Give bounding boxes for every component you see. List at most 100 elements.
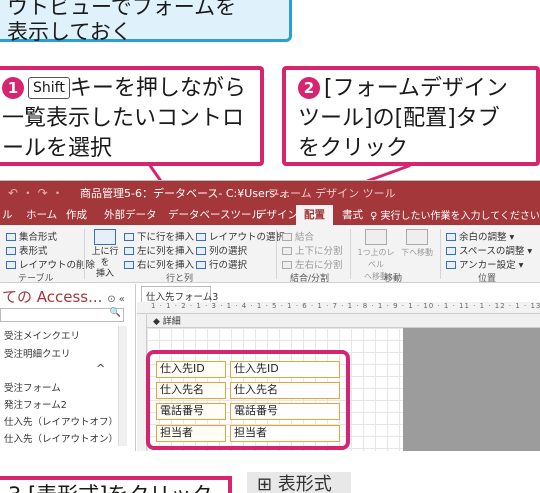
control-padding-button[interactable]: スペースの調整 ▾ <box>446 243 532 257</box>
anchoring-button[interactable]: アンカー設定 ▾ <box>446 257 523 271</box>
tabular-button[interactable]: 表形式 <box>6 243 48 257</box>
search-icon: 🔍 <box>109 308 121 318</box>
move-down-button[interactable]: 下へ移動 <box>400 229 434 259</box>
insert-above-label: 上に行を 挿入 <box>91 247 119 279</box>
tabular-label: 表形式 <box>19 246 48 257</box>
step1-number-icon: 1 <box>2 77 24 99</box>
select-row-button[interactable]: 行の選択 <box>196 257 247 271</box>
move-down-icon <box>406 229 428 245</box>
split-vertical-icon <box>282 247 292 255</box>
insert-above-button[interactable]: 上に行を 挿入 <box>88 229 122 280</box>
step2-line1-text: [フォームデザイン <box>324 76 508 101</box>
nav-item-form1[interactable]: 受注フォーム <box>4 380 61 394</box>
select-row-icon <box>196 261 206 269</box>
selection-highlight-frame <box>146 350 350 450</box>
title-bar: ↶ ・ ↷ ・ 商品管理5-6：データベース- C:¥Users-… フォーム … <box>0 181 540 203</box>
step1-line3: ールを選択 <box>2 136 113 161</box>
detail-section-bar[interactable]: ◆ 詳細 <box>147 314 540 328</box>
stacked-label: 集合形式 <box>19 232 58 243</box>
split-horizontal-icon <box>282 261 292 269</box>
tell-me-box[interactable]: ♀ 実行したい作業を入力してください <box>370 207 540 222</box>
nav-pane-menu-icon[interactable]: ⊙ « <box>107 294 125 305</box>
ribbon-arrange: 集合形式 表形式 レイアウトの削除 テーブル 上に行を 挿入 下に行を挿入 左に列… <box>0 225 540 284</box>
group-label-rows-cols: 行と列 <box>166 274 194 284</box>
insert-right-icon <box>124 261 134 269</box>
nav-search-input[interactable]: 🔍 <box>0 308 124 322</box>
select-column-label: 列の選択 <box>209 246 248 257</box>
select-row-label: 行の選択 <box>209 260 248 271</box>
split-horizontal-button[interactable]: 左右に分割 <box>282 257 343 271</box>
insert-below-label: 下に行を挿入 <box>137 232 195 243</box>
horizontal-ruler: 1 · 1 · 2 · 1 · 3 · 1 · 4 · 1 · 5 · 1 · … <box>137 302 540 314</box>
tab-design[interactable]: デザイン <box>256 207 298 222</box>
merge-icon <box>282 233 292 241</box>
remove-layout-button[interactable]: レイアウトの削除 <box>6 257 95 271</box>
tab-home[interactable]: ホーム <box>26 207 57 222</box>
control-margins-icon <box>446 233 456 241</box>
nav-item-query1[interactable]: 受注メインクエリ <box>4 328 80 342</box>
tab-create[interactable]: 作成 <box>66 207 87 222</box>
nav-pane-header[interactable]: ての Access... ⊙ « <box>0 286 136 306</box>
shift-key-icon: Shift <box>28 77 70 99</box>
split-horizontal-label: 左右に分割 <box>295 260 343 271</box>
tab-format[interactable]: 書式 <box>342 207 363 222</box>
merge-label: 結合 <box>295 232 315 243</box>
select-layout-button[interactable]: レイアウトの選択 <box>196 229 285 243</box>
collapse-chevron-icon[interactable]: ^ <box>96 362 105 375</box>
step3-callout: 3 [表形式]をクリック <box>0 476 232 493</box>
nav-item-form2[interactable]: 発注フォーム2 <box>4 397 67 411</box>
merge-button[interactable]: 結合 <box>282 229 314 243</box>
select-column-icon <box>196 247 206 255</box>
control-padding-label: スペースの調整 ▾ <box>459 246 533 257</box>
tab-document-form[interactable]: 仕入先フォーム3 <box>141 286 218 303</box>
insert-above-icon <box>94 229 116 245</box>
tab-file[interactable]: ル <box>2 207 13 222</box>
control-margins-button[interactable]: 余白の調整 ▾ <box>446 229 514 243</box>
nav-item-form3[interactable]: 仕入先（レイアウトオフ） <box>4 414 118 428</box>
select-layout-icon <box>196 233 206 241</box>
ribbon-tab-bar: ル ホーム 作成 外部データ データベースツール デザイン 配置 書式 ♀ 実行… <box>0 203 540 228</box>
nav-pane-title: ての Access... <box>2 288 103 306</box>
move-down-label: 下へ移動 <box>401 248 433 257</box>
insert-left-button[interactable]: 左に列を挿入 <box>124 243 194 257</box>
insert-right-label: 右に列を挿入 <box>137 260 195 271</box>
callout-top-line2: 表示しておく <box>7 20 132 44</box>
step2-line3: をクリック <box>298 136 409 161</box>
insert-below-button[interactable]: 下に行を挿入 <box>124 229 194 243</box>
stacked-icon <box>6 233 16 241</box>
insert-below-icon <box>124 233 134 241</box>
control-padding-icon <box>446 247 456 255</box>
insert-left-label: 左に列を挿入 <box>137 246 195 257</box>
tabular-icon <box>6 247 16 255</box>
step1-line1: 1 Shift キーを押しながら <box>2 74 250 104</box>
insert-left-icon <box>124 247 134 255</box>
insert-right-button[interactable]: 右に列を挿入 <box>124 257 194 271</box>
select-column-button[interactable]: 列の選択 <box>196 243 247 257</box>
group-label-move: 移動 <box>384 274 403 284</box>
window-title: 商品管理5-6：データベース- C:¥Users-… <box>80 187 291 200</box>
step1-line2: 一覧表示したいコントロ <box>2 106 245 131</box>
nav-item-form4[interactable]: 仕入先（レイアウトオン） <box>4 431 118 445</box>
remove-layout-icon <box>6 261 16 269</box>
group-separator <box>440 229 441 279</box>
split-vertical-button[interactable]: 上下に分割 <box>282 243 343 257</box>
select-layout-label: レイアウトの選択 <box>209 232 286 243</box>
tab-external-data[interactable]: 外部データ <box>104 207 157 222</box>
callout-top: ウトビューでフォームを 表示しておく <box>0 0 292 44</box>
nav-scrollbar[interactable] <box>118 326 127 446</box>
group-separator <box>276 229 277 279</box>
step2-line1: 2 [フォームデザイン <box>298 74 526 104</box>
quick-access-toolbar[interactable]: ↶ ・ ↷ ・ <box>8 184 64 201</box>
group-label-position: 位置 <box>478 274 497 284</box>
step2-number-icon: 2 <box>298 77 320 99</box>
nav-item-query2[interactable]: 受注明細クエリ <box>4 346 71 360</box>
step2-callout: 2 [フォームデザイン ツール]の[配置]タブ をクリック <box>282 66 540 166</box>
control-margins-label: 余白の調整 ▾ <box>459 232 515 243</box>
form-background-area <box>403 328 540 451</box>
tab-database-tools[interactable]: データベースツール <box>168 207 262 222</box>
step1-line1-text: キーを押しながら <box>69 76 246 101</box>
group-label-table: テーブル <box>18 274 54 284</box>
context-tools-title: フォーム デザイン ツール <box>268 187 396 200</box>
step2-line2: ツール]の[配置]タブ <box>298 106 500 131</box>
stacked-button[interactable]: 集合形式 <box>6 229 57 243</box>
